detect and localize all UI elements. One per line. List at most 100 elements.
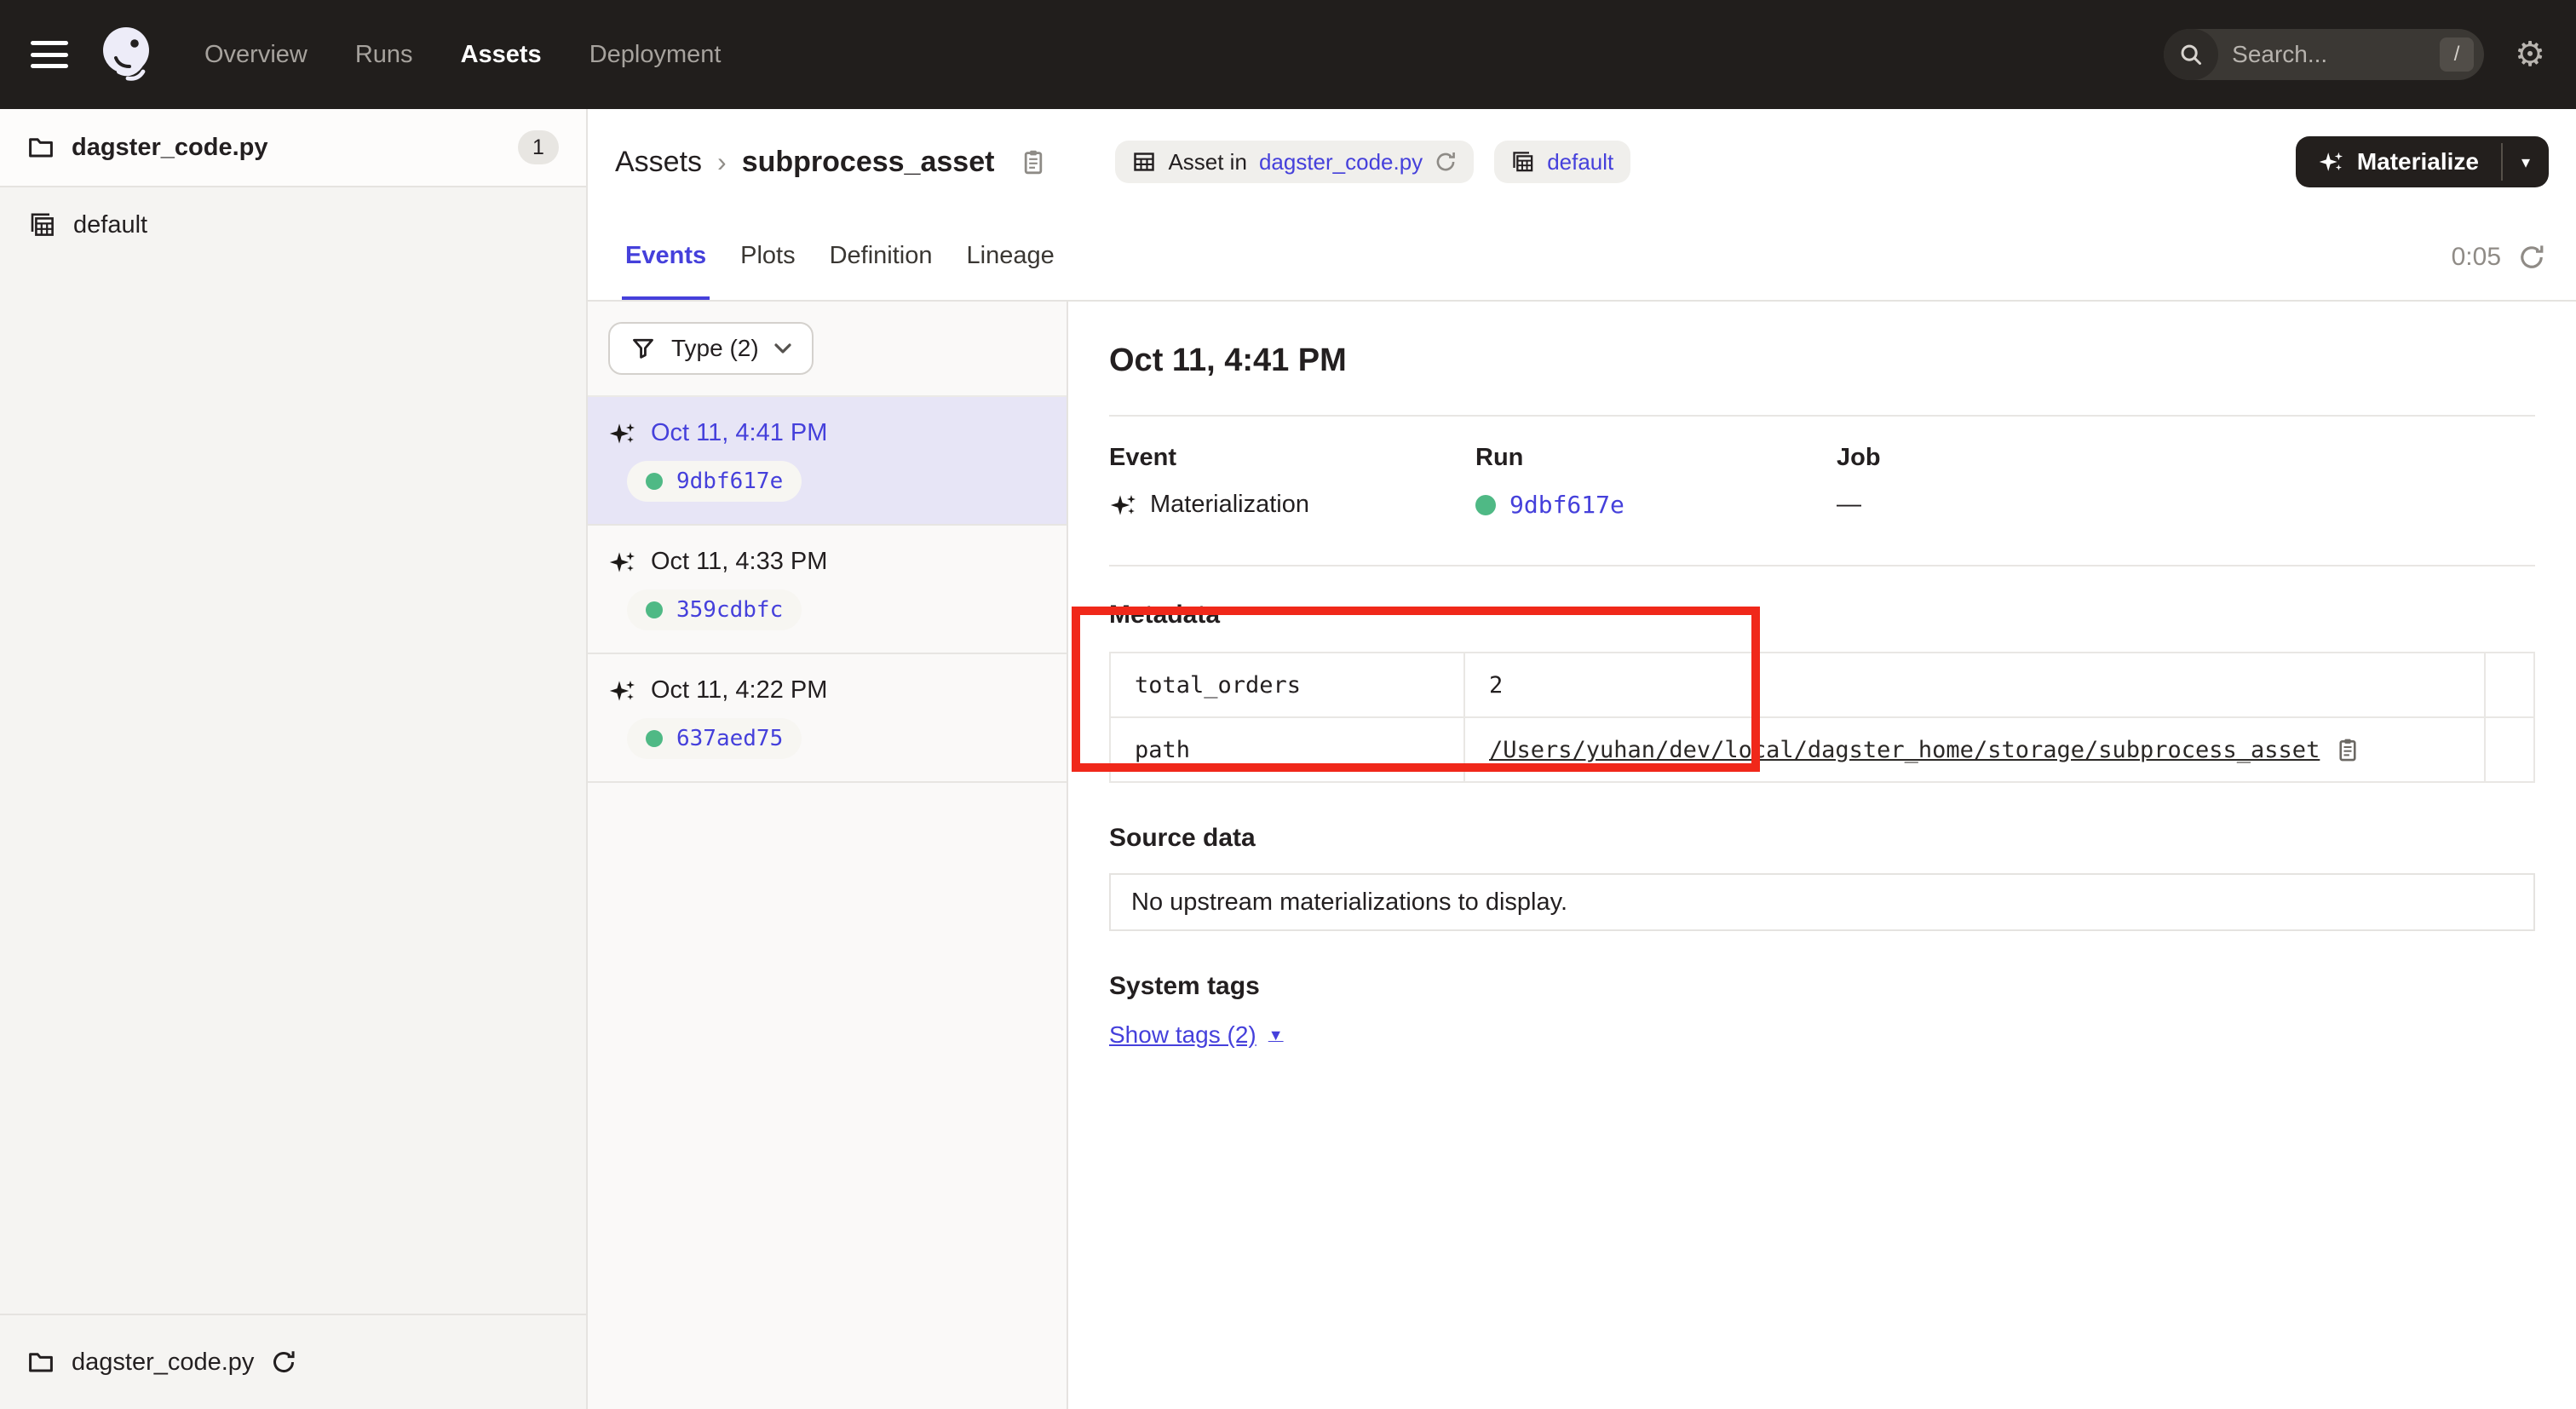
breadcrumb: Assets › subprocess_asset [615, 146, 1047, 179]
event-detail-title: Oct 11, 4:41 PM [1109, 342, 2535, 379]
run-id-link[interactable]: 359cdbfc [676, 597, 783, 623]
asset-grid-icon [1132, 150, 1156, 174]
nav-assets[interactable]: Assets [461, 41, 542, 69]
metadata-table: total_orders 2 path /Users/yuhan/dev/loc… [1109, 652, 2535, 783]
copy-asset-name-icon[interactable] [1020, 148, 1047, 175]
tab-definition[interactable]: Definition [826, 215, 936, 300]
event-timestamp: Oct 11, 4:41 PM [651, 419, 827, 447]
source-data-empty-message: No upstream materializations to display. [1131, 889, 1567, 917]
group-grid-icon [29, 211, 56, 239]
table-spacer-cell [2485, 717, 2534, 782]
tab-events[interactable]: Events [622, 215, 710, 300]
source-data-heading: Source data [1109, 824, 2535, 853]
header-right: Search... / ⚙ [2164, 29, 2545, 80]
hamburger-menu-icon[interactable] [31, 41, 68, 68]
code-location-label: dagster_code.py [72, 134, 267, 162]
event-timestamp: Oct 11, 4:22 PM [651, 676, 827, 704]
dagster-logo-icon [92, 20, 160, 89]
show-tags-toggle[interactable]: Show tags (2) ▼ [1109, 1021, 1284, 1049]
tab-lineage[interactable]: Lineage [963, 215, 1058, 300]
run-id-pill[interactable]: 637aed75 [627, 718, 802, 759]
funnel-icon [630, 336, 656, 361]
filter-bar: Type (2) [588, 302, 1067, 397]
metadata-value: 2 [1464, 653, 2485, 717]
table-row: total_orders 2 [1110, 653, 2534, 717]
events-list-panel: Type (2) Oct 11, 4:41 PM 9dbf617e [588, 302, 1068, 1409]
run-id-pill[interactable]: 359cdbfc [627, 589, 802, 630]
event-timestamp: Oct 11, 4:33 PM [651, 548, 827, 576]
metadata-key: path [1110, 717, 1464, 782]
app-header: Overview Runs Assets Deployment Search..… [0, 0, 2576, 109]
gear-icon[interactable]: ⚙ [2515, 37, 2545, 72]
event-list-item[interactable]: Oct 11, 4:22 PM 637aed75 [588, 654, 1067, 783]
materialization-sparkle-icon [608, 420, 635, 447]
footer-code-location-label: dagster_code.py [72, 1349, 254, 1377]
event-type-value: Materialization [1150, 491, 1309, 519]
group-label: default [73, 211, 147, 239]
group-badge: default [1494, 141, 1630, 183]
breadcrumb-separator: › [717, 147, 727, 178]
copy-path-icon[interactable] [2335, 737, 2360, 762]
source-data-empty-box: No upstream materializations to display. [1109, 873, 2535, 931]
job-column-label: Job [1837, 444, 2535, 472]
run-id-link[interactable]: 637aed75 [676, 726, 783, 751]
event-list-item[interactable]: Oct 11, 4:41 PM 9dbf617e [588, 397, 1067, 526]
refresh-icon[interactable] [1435, 151, 1457, 173]
materialize-label: Materialize [2357, 148, 2479, 175]
materialize-button[interactable]: Materialize ▾ [2296, 136, 2549, 187]
metadata-heading: Metadata [1109, 601, 2535, 630]
system-tags-heading: System tags [1109, 972, 2535, 1001]
table-row: path /Users/yuhan/dev/local/dagster_home… [1110, 717, 2534, 782]
search-placeholder: Search... [2232, 41, 2440, 68]
asset-count-badge: 1 [518, 130, 559, 164]
run-status-dot [1475, 495, 1496, 515]
folder-icon [27, 134, 55, 161]
show-tags-label: Show tags (2) [1109, 1021, 1256, 1049]
breadcrumb-assets-link[interactable]: Assets [615, 146, 702, 179]
sidebar-item-group-default[interactable]: default [0, 187, 586, 262]
run-id-link[interactable]: 9dbf617e [1509, 491, 1624, 519]
materialization-sparkle-icon [1109, 492, 1136, 519]
caret-down-icon: ▼ [1268, 1027, 1284, 1044]
table-spacer-cell [2485, 653, 2534, 717]
tab-plots[interactable]: Plots [737, 215, 798, 300]
asset-tabs: Events Plots Definition Lineage 0:05 [588, 215, 2576, 302]
type-filter-label: Type (2) [671, 335, 759, 362]
path-link[interactable]: /Users/yuhan/dev/local/dagster_home/stor… [1489, 737, 2320, 763]
event-list-item[interactable]: Oct 11, 4:33 PM 359cdbfc [588, 526, 1067, 654]
reload-location-icon[interactable] [271, 1349, 296, 1375]
divider [1109, 565, 2535, 566]
group-link[interactable]: default [1547, 149, 1613, 175]
asset-badges: Asset in dagster_code.py default [1115, 141, 1630, 183]
run-id-pill[interactable]: 9dbf617e [627, 461, 802, 502]
main-nav: Overview Runs Assets Deployment [204, 41, 721, 69]
run-id-link[interactable]: 9dbf617e [676, 469, 783, 494]
type-filter-button[interactable]: Type (2) [608, 322, 814, 375]
run-status-dot [646, 601, 663, 618]
materialize-dropdown-caret[interactable]: ▾ [2503, 136, 2549, 187]
nav-runs[interactable]: Runs [355, 41, 413, 69]
refresh-icon[interactable] [2518, 244, 2545, 271]
event-column-label: Event [1109, 444, 1475, 472]
code-location-link[interactable]: dagster_code.py [1259, 149, 1423, 175]
asset-groups-sidebar: dagster_code.py 1 default dagster_code.p… [0, 109, 588, 1409]
sidebar-footer-code-location[interactable]: dagster_code.py [0, 1314, 586, 1409]
asset-title-bar: Assets › subprocess_asset Asset in dagst… [588, 109, 2576, 215]
nav-overview[interactable]: Overview [204, 41, 308, 69]
materialization-sparkle-icon [608, 549, 635, 576]
event-summary-row: Event Materialization Run 9dbf617e [1109, 417, 2535, 565]
sidebar-item-code-location[interactable]: dagster_code.py 1 [0, 109, 586, 187]
sparkle-icon [2318, 149, 2343, 175]
chevron-down-icon [774, 343, 791, 354]
materialization-sparkle-icon [608, 677, 635, 704]
group-grid-icon [1511, 150, 1535, 174]
run-column-label: Run [1475, 444, 1837, 472]
nav-deployment[interactable]: Deployment [589, 41, 722, 69]
page-title: subprocess_asset [742, 146, 995, 179]
search-icon [2164, 29, 2218, 80]
refresh-timer: 0:05 [2452, 215, 2556, 300]
search-input[interactable]: Search... / [2164, 29, 2484, 80]
run-status-dot [646, 730, 663, 747]
asset-in-prefix: Asset in [1168, 149, 1247, 175]
metadata-key: total_orders [1110, 653, 1464, 717]
